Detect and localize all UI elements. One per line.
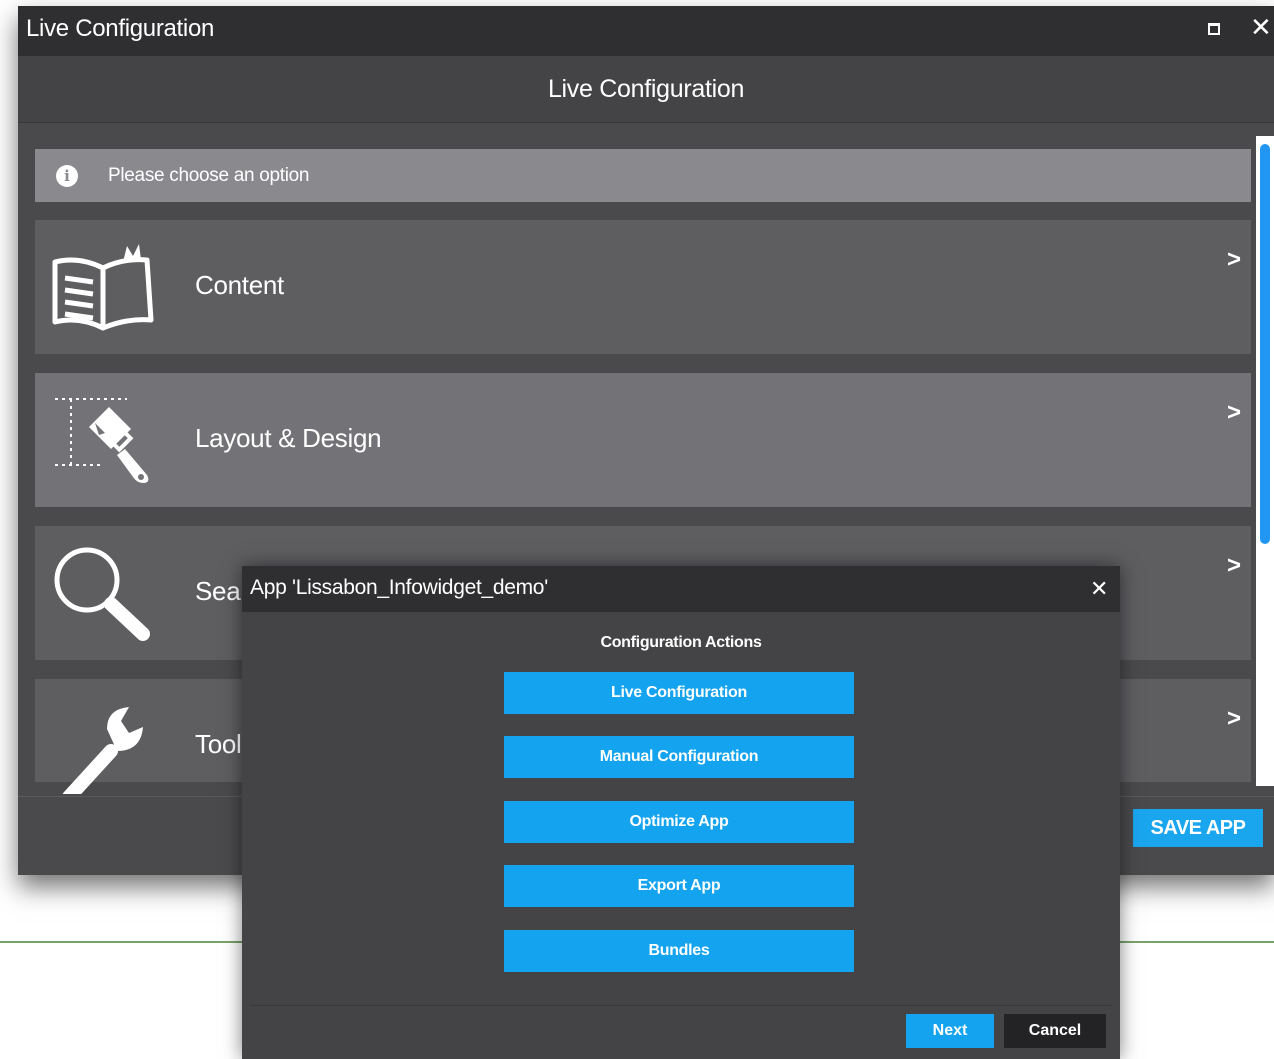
maximize-icon[interactable] xyxy=(1208,23,1220,35)
chevron-right-icon: > xyxy=(1227,705,1242,732)
page-title: Live Configuration xyxy=(547,75,745,103)
close-icon[interactable]: ✕ xyxy=(1090,576,1108,602)
page-header: Live Configuration xyxy=(18,56,1274,123)
book-icon xyxy=(52,244,154,331)
dialog-title: App 'Lissabon_Infowidget_demo' xyxy=(250,576,548,599)
section-heading: Configuration Actions xyxy=(600,634,762,651)
magnifier-icon xyxy=(54,547,150,641)
chevron-right-icon: > xyxy=(1227,399,1242,426)
live-configuration-button[interactable]: Live Configuration xyxy=(504,672,854,714)
manual-configuration-button[interactable]: Manual Configuration xyxy=(504,736,854,778)
option-layout-design[interactable]: Layout & Design > xyxy=(35,373,1251,507)
export-app-button[interactable]: Export App xyxy=(504,865,854,907)
info-text: Please choose an option xyxy=(108,165,310,186)
info-bar: i Please choose an option xyxy=(35,149,1251,202)
paint-brush-icon xyxy=(55,398,149,483)
bundles-button[interactable]: Bundles xyxy=(504,930,854,972)
save-app-button[interactable]: SAVE APP xyxy=(1133,809,1263,847)
chevron-right-icon: > xyxy=(1227,552,1242,579)
dialog-titlebar[interactable]: App 'Lissabon_Infowidget_demo' ✕ xyxy=(242,566,1120,612)
option-label: Layout & Design xyxy=(195,423,382,453)
chevron-right-icon: > xyxy=(1227,246,1242,273)
dialog-footer-divider xyxy=(250,1005,1112,1006)
app-dialog: App 'Lissabon_Infowidget_demo' ✕ Configu… xyxy=(242,566,1120,1059)
next-button[interactable]: Next xyxy=(906,1014,994,1048)
info-icon: i xyxy=(56,165,78,187)
vertical-scrollbar[interactable] xyxy=(1256,136,1274,786)
option-label: Content xyxy=(195,270,284,300)
cancel-button[interactable]: Cancel xyxy=(1004,1014,1106,1048)
close-icon[interactable]: ✕ xyxy=(1250,14,1272,40)
option-content[interactable]: Content > xyxy=(35,220,1251,354)
window-titlebar[interactable]: Live Configuration ✕ xyxy=(18,6,1274,56)
window-title: Live Configuration xyxy=(26,15,215,42)
scroll-thumb[interactable] xyxy=(1260,144,1270,544)
wrench-icon xyxy=(62,707,143,794)
optimize-app-button[interactable]: Optimize App xyxy=(504,801,854,843)
